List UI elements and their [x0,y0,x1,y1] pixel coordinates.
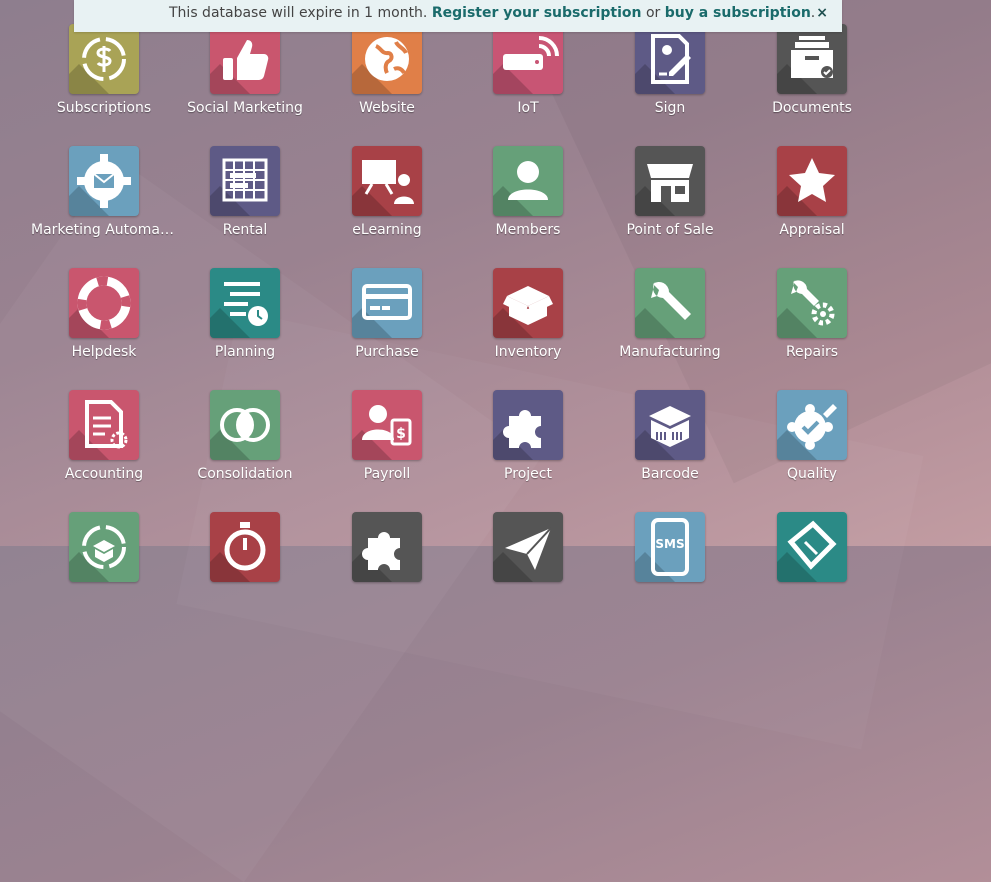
puzzle-piece-icon [352,512,422,582]
app-iot[interactable]: IoT [463,24,593,134]
app-label: Subscriptions [56,100,152,116]
accounting-document-icon [69,390,139,460]
app-label: Members [495,222,561,238]
app-social-marketing[interactable]: Social Marketing [180,24,310,134]
app-label: Website [359,100,415,116]
app-label: Accounting [64,466,144,482]
app-label: Marketing Automation [31,222,177,238]
app-label: IoT [517,100,539,116]
app-label: Inventory [494,344,562,360]
app-label: Documents [772,100,852,116]
buy-subscription-link[interactable]: buy a subscription [665,5,811,21]
app-label: Purchase [355,344,419,360]
banner-text: This database will expire in 1 month. [169,5,428,21]
app-label: Sign [654,100,686,116]
app-accounting[interactable]: Accounting [39,390,169,500]
lifebuoy-icon [69,268,139,338]
app-label: Point of Sale [626,222,714,238]
app-inventory[interactable]: Inventory [463,268,593,378]
app-sign[interactable]: Sign [605,24,735,134]
app-barcode[interactable]: Barcode [605,390,735,500]
recurring-box-icon [69,512,139,582]
thumbs-up-icon [210,24,280,94]
svg-text:SMS: SMS [655,537,684,551]
rental-calendar-icon [210,146,280,216]
star-icon [777,146,847,216]
app-unlabeled-29[interactable]: SMS [605,512,735,622]
iot-device-icon [493,24,563,94]
app-website[interactable]: Website [322,24,452,134]
sign-document-icon [635,24,705,94]
payroll-person-icon: $ [352,390,422,460]
elearning-presenter-icon [352,146,422,216]
app-label: Repairs [785,344,839,360]
app-purchase[interactable]: Purchase [322,268,452,378]
planning-clock-icon [210,268,280,338]
app-appraisal[interactable]: Appraisal [747,146,877,256]
app-label: Consolidation [197,466,293,482]
app-manufacturing[interactable]: Manufacturing [605,268,735,378]
quality-badge-icon [777,390,847,460]
subscription-icon [69,24,139,94]
app-members[interactable]: Members [463,146,593,256]
app-planning[interactable]: Planning [180,268,310,378]
puzzle-icon [493,390,563,460]
app-label: Payroll [363,466,411,482]
app-unlabeled-26[interactable] [180,512,310,622]
app-documents[interactable]: Documents [747,24,877,134]
app-unlabeled-30[interactable] [747,512,877,622]
credit-card-icon [352,268,422,338]
paper-plane-icon [493,512,563,582]
app-payroll[interactable]: $ Payroll [322,390,452,500]
app-subscriptions[interactable]: Subscriptions [39,24,169,134]
app-elearning[interactable]: eLearning [322,146,452,256]
app-label: Rental [222,222,268,238]
app-grid: Subscriptions Social Marketing Website IoT S… [0,0,991,582]
app-label: Helpdesk [71,344,137,360]
app-label: Project [504,466,552,482]
documents-inbox-icon [777,24,847,94]
shop-icon [635,146,705,216]
app-unlabeled-28[interactable] [463,512,593,622]
close-banner-button[interactable]: × [816,0,828,26]
app-project[interactable]: Project [463,390,593,500]
app-label: Manufacturing [619,344,721,360]
wrench-icon [635,268,705,338]
open-box-icon [493,268,563,338]
banner-or-text: or [645,5,661,21]
app-marketing-automation[interactable]: Marketing Automation [31,146,177,256]
app-label: Appraisal [779,222,845,238]
ticket-icon [777,512,847,582]
app-quality[interactable]: Quality [747,390,877,500]
gear-envelope-icon [69,146,139,216]
app-consolidation[interactable]: Consolidation [180,390,310,500]
app-label: Barcode [641,466,699,482]
svg-text:$: $ [396,426,406,442]
banner-end-text: . [810,5,816,21]
register-subscription-link[interactable]: Register your subscription [432,5,642,21]
app-label: Planning [214,344,276,360]
app-label: eLearning [352,222,422,238]
barcode-box-icon [635,390,705,460]
app-unlabeled-27[interactable] [322,512,452,622]
app-repairs[interactable]: Repairs [747,268,877,378]
app-helpdesk[interactable]: Helpdesk [39,268,169,378]
app-label: Quality [786,466,838,482]
expiration-banner: This database will expire in 1 month. Re… [74,0,842,32]
overlapping-circles-icon [210,390,280,460]
wrench-gear-icon [777,268,847,338]
sms-phone-icon: SMS [635,512,705,582]
app-label: Social Marketing [187,100,303,116]
app-rental[interactable]: Rental [180,146,310,256]
globe-icon [352,24,422,94]
member-person-icon [493,146,563,216]
app-unlabeled-25[interactable] [39,512,169,622]
stopwatch-icon [210,512,280,582]
app-point-of-sale[interactable]: Point of Sale [605,146,735,256]
